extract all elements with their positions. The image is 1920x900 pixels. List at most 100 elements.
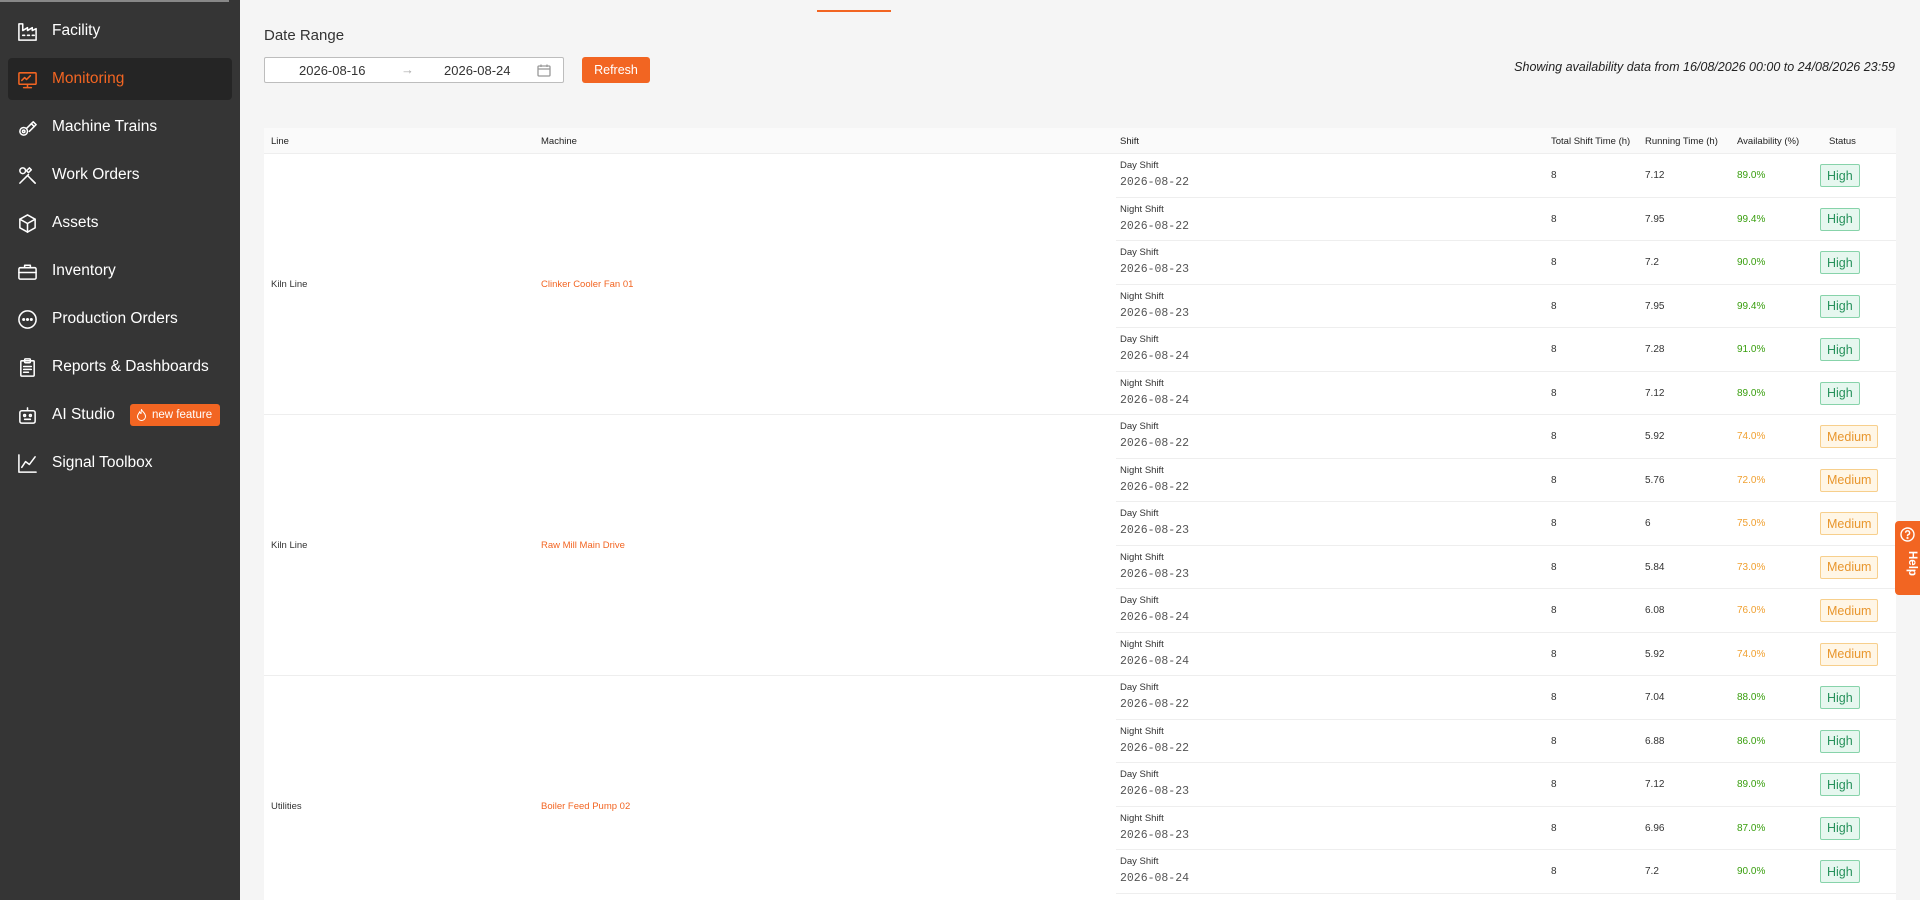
status-badge: Medium <box>1820 425 1879 448</box>
start-date-input[interactable]: 2026-08-16 <box>299 63 366 78</box>
availability-cell: 91.0% <box>1737 344 1766 355</box>
question-circle-icon <box>1900 527 1915 542</box>
availability-cell: 76.0% <box>1737 605 1766 616</box>
table-row: Night Shift 2026-08-23 8 6.96 87.0% High <box>1116 807 1896 850</box>
availability-cell: 72.0% <box>1737 474 1766 486</box>
table-row: Night Shift 2026-08-24 8 5.92 74.0% Medium <box>1116 633 1896 676</box>
tools-icon <box>16 164 38 186</box>
total-shift-time-cell: 8 <box>1551 866 1557 877</box>
sidebar-item-reports-dashboards[interactable]: Reports & Dashboards <box>8 346 232 388</box>
shift-name: Day Shift <box>1120 682 1159 693</box>
running-time-cell: 5.92 <box>1645 431 1665 442</box>
sidebar-item-production-orders[interactable]: Production Orders <box>8 298 232 340</box>
shift-name: Day Shift <box>1120 334 1159 345</box>
shift-date: 2026-08-22 <box>1120 176 1190 189</box>
sidebar-item-label: Inventory <box>52 262 116 279</box>
shift-name: Night Shift <box>1120 377 1164 389</box>
total-shift-time-cell: 8 <box>1551 648 1557 660</box>
availability-cell: 73.0% <box>1737 561 1766 573</box>
sidebar-item-machine-trains[interactable]: Machine Trains <box>8 106 232 148</box>
status-badge: Medium <box>1820 468 1879 492</box>
sidebar-item-assets[interactable]: Assets <box>8 202 232 244</box>
calendar-icon[interactable] <box>537 64 551 77</box>
status-badge: Medium <box>1820 599 1879 622</box>
availability-cell: 74.0% <box>1737 431 1766 442</box>
running-time-cell: 7.04 <box>1645 692 1665 703</box>
sidebar-item-label: AI Studio <box>52 406 115 423</box>
shift-date: 2026-08-22 <box>1120 219 1190 233</box>
total-shift-time-cell: 8 <box>1551 344 1557 355</box>
shift-date: 2026-08-23 <box>1120 263 1190 276</box>
line-cell: Kiln Line <box>271 278 308 290</box>
sidebar-top-divider <box>0 0 229 2</box>
total-shift-time-cell: 8 <box>1551 518 1557 529</box>
sidebar-item-ai-studio[interactable]: AI Studio new feature <box>8 394 232 436</box>
cube-icon <box>16 212 38 234</box>
date-range-picker[interactable]: 2026-08-16 → 2026-08-24 <box>264 57 564 83</box>
showing-range-text: Showing availability data from 16/08/202… <box>1514 60 1895 74</box>
table-row: Day Shift 2026-08-24 8 7.28 91.0% High <box>1116 328 1896 372</box>
help-button[interactable]: Help <box>1895 521 1920 595</box>
shift-name: Night Shift <box>1120 551 1164 563</box>
machine-link[interactable]: Boiler Feed Pump 02 <box>541 801 630 812</box>
line-cell: Utilities <box>271 800 302 812</box>
sidebar-item-label: Assets <box>52 214 99 231</box>
machine-link[interactable]: Raw Mill Main Drive <box>541 540 625 551</box>
running-time-cell: 7.12 <box>1645 170 1665 181</box>
shift-date: 2026-08-22 <box>1120 437 1190 450</box>
sidebar-item-signal-toolbox[interactable]: Signal Toolbox <box>8 442 232 484</box>
total-shift-time-cell: 8 <box>1551 300 1557 312</box>
running-time-cell: 5.84 <box>1645 561 1665 573</box>
table-row: Day Shift 2026-08-24 8 6.08 76.0% Medium <box>1116 589 1896 633</box>
availability-cell: 90.0% <box>1737 866 1766 877</box>
badge-label: new feature <box>152 409 213 421</box>
table-row: Night Shift 2026-08-23 8 5.84 73.0% Medium <box>1116 546 1896 589</box>
total-shift-time-cell: 8 <box>1551 735 1557 747</box>
status-badge: High <box>1820 860 1860 883</box>
column-header-status: Status <box>1829 136 1856 147</box>
sidebar-item-inventory[interactable]: Inventory <box>8 250 232 292</box>
running-time-cell: 6.96 <box>1645 822 1665 834</box>
table-row: Day Shift 2026-08-23 8 7.2 90.0% High <box>1116 241 1896 285</box>
robot-icon <box>16 404 38 426</box>
total-shift-time-cell: 8 <box>1551 170 1557 181</box>
shift-name: Night Shift <box>1120 290 1164 302</box>
status-badge: Medium <box>1820 512 1879 535</box>
total-shift-time-cell: 8 <box>1551 257 1557 268</box>
column-header-total-shift-time: Total Shift Time (h) <box>1551 136 1631 147</box>
status-badge: High <box>1820 381 1860 405</box>
shift-name: Day Shift <box>1120 508 1159 519</box>
end-date-input[interactable]: 2026-08-24 <box>444 63 511 78</box>
sidebar-item-work-orders[interactable]: Work Orders <box>8 154 232 196</box>
shift-date: 2026-08-23 <box>1120 828 1190 842</box>
table-header: Line Machine Shift Total Shift Time (h) … <box>264 128 1896 154</box>
table-row-group: Kiln Line Clinker Cooler Fan 01 Day Shift 2… <box>264 154 1896 415</box>
shift-name: Night Shift <box>1120 638 1164 650</box>
column-header-running-time: Running Time (h) <box>1645 136 1718 147</box>
total-shift-time-cell: 8 <box>1551 692 1557 703</box>
shift-date: 2026-08-23 <box>1120 306 1190 320</box>
running-time-cell: 7.95 <box>1645 213 1665 225</box>
availability-table: Line Machine Shift Total Shift Time (h) … <box>264 128 1896 900</box>
availability-cell: 86.0% <box>1737 735 1766 747</box>
sidebar-item-facility[interactable]: Facility <box>8 10 232 52</box>
sidebar-item-monitoring[interactable]: Monitoring <box>8 58 232 100</box>
availability-cell: 89.0% <box>1737 387 1766 399</box>
shift-date: 2026-08-22 <box>1120 698 1190 711</box>
refresh-button[interactable]: Refresh <box>582 57 650 83</box>
shift-name: Night Shift <box>1120 725 1164 737</box>
machine-link[interactable]: Clinker Cooler Fan 01 <box>541 279 633 290</box>
sidebar-item-label: Production Orders <box>52 310 178 327</box>
table-row: Day Shift 2026-08-24 8 7.2 90.0% High <box>1116 850 1896 894</box>
status-badge: High <box>1820 686 1860 709</box>
status-badge: High <box>1820 164 1860 187</box>
running-time-cell: 7.2 <box>1645 257 1659 268</box>
flame-icon <box>137 409 146 421</box>
column-header-shift: Shift <box>1120 136 1140 147</box>
help-label: Help <box>1906 551 1918 576</box>
shift-name: Night Shift <box>1120 203 1164 215</box>
monitor-icon <box>16 68 38 90</box>
shift-date: 2026-08-24 <box>1120 393 1190 407</box>
running-time-cell: 6.88 <box>1645 735 1665 747</box>
sidebar: Facility Monitoring Machine Trains Work Ord… <box>0 0 240 900</box>
